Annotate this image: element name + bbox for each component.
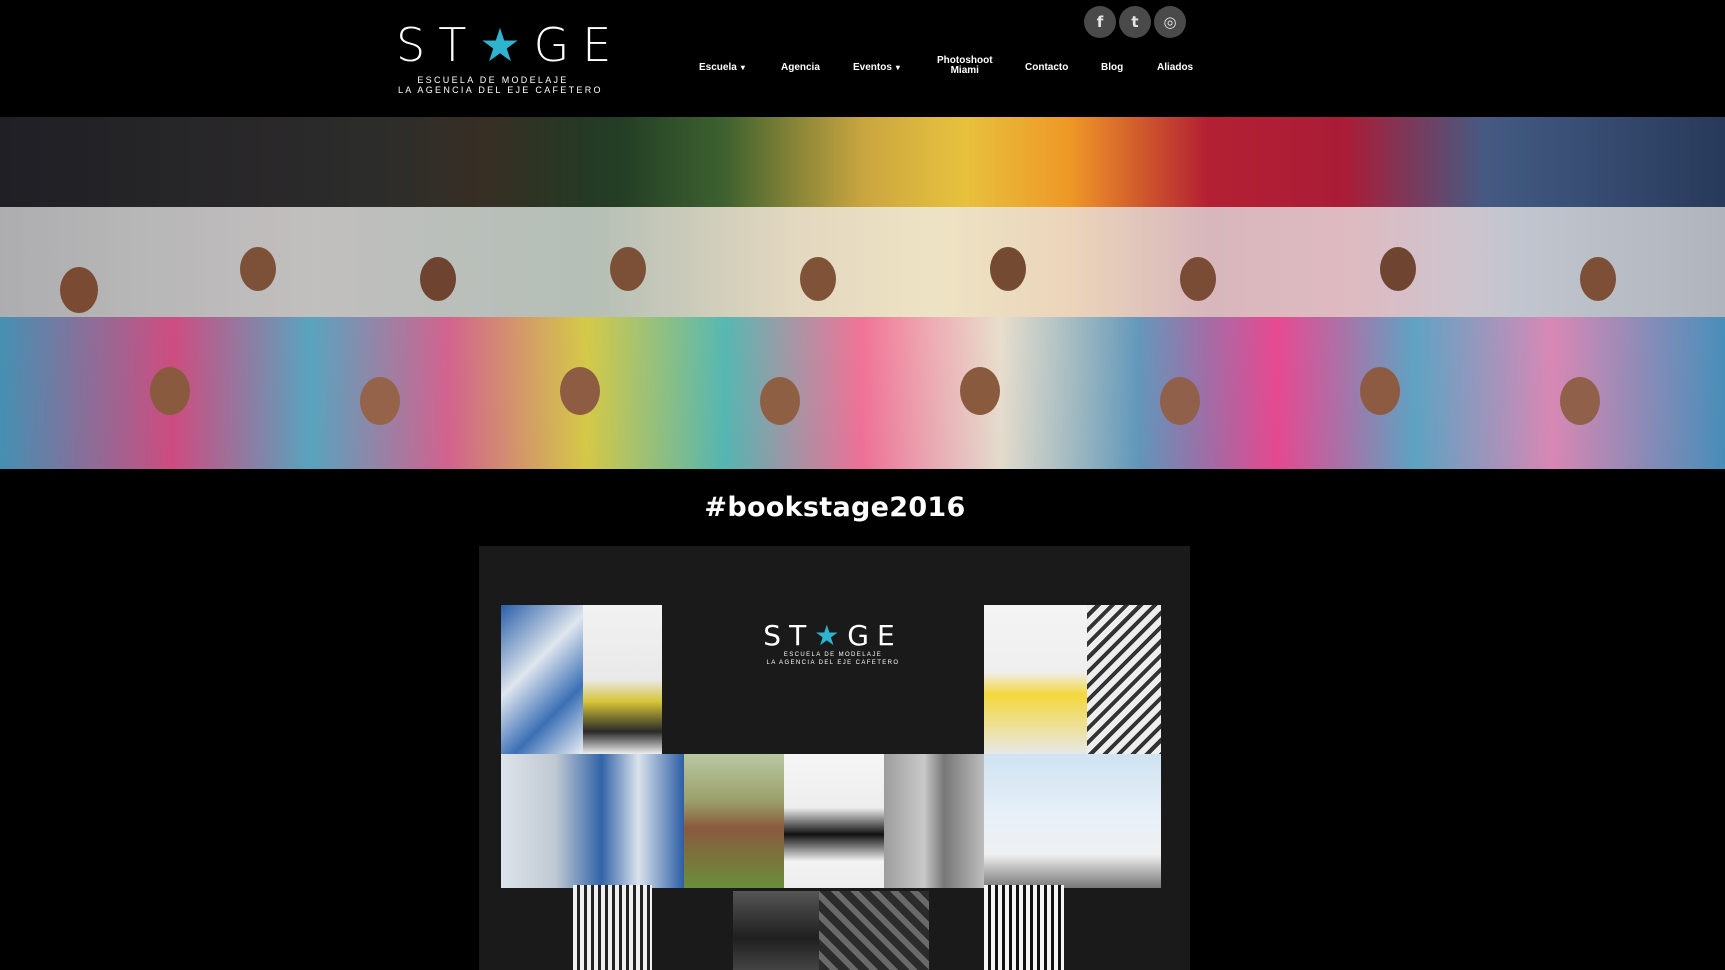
hero-face (560, 367, 600, 415)
gallery-photo[interactable] (819, 891, 929, 970)
facebook-icon[interactable]: f (1084, 6, 1116, 38)
logo-star-icon: ★ (814, 619, 848, 652)
hero-face (1580, 257, 1616, 301)
site-header: ST★GE ESCUELA DE MODELAJE LA AGENCIA DEL… (0, 0, 1725, 117)
hero-face (240, 247, 276, 291)
gallery-photo[interactable] (784, 754, 884, 888)
logo-tagline-1: ESCUELA DE MODELAJE (417, 75, 569, 85)
logo-wordmark: ST★GE (396, 18, 625, 72)
nav-blog[interactable]: Blog (1101, 62, 1123, 73)
hero-front-row (0, 317, 1725, 469)
hero-face (760, 377, 800, 425)
gallery-photo[interactable] (984, 754, 1161, 888)
hero-face (1560, 377, 1600, 425)
gallery-photo[interactable] (684, 754, 784, 888)
gallery-photo[interactable] (501, 754, 684, 888)
hero-face (1380, 247, 1416, 291)
hero-face (150, 367, 190, 415)
nav-escuela[interactable]: Escuela ▾ (699, 62, 745, 73)
hero-face (60, 267, 98, 313)
gallery-photo[interactable] (733, 891, 819, 970)
hero-face (420, 257, 456, 301)
nav-contacto[interactable]: Contacto (1025, 62, 1068, 73)
instagram-icon[interactable]: ◎ (1154, 6, 1186, 38)
nav-agencia[interactable]: Agencia (781, 62, 820, 73)
nav-photoshoot-miami[interactable]: Photoshoot Miami (937, 56, 993, 76)
page-title: #bookstage2016 (704, 492, 966, 523)
hero-face (800, 257, 836, 301)
hero-face (1180, 257, 1216, 301)
hero-face (610, 247, 646, 291)
hero-face (360, 377, 400, 425)
gallery-photo[interactable] (1087, 605, 1161, 754)
gallery-photo[interactable] (984, 605, 1087, 754)
stage-logo[interactable]: ST★GE ESCUELA DE MODELAJE LA AGENCIA DEL… (396, 20, 611, 100)
gallery-photo[interactable] (501, 605, 583, 754)
gallery-photo[interactable] (573, 885, 652, 970)
hero-face (1360, 367, 1400, 415)
logo-tagline-2: LA AGENCIA DEL EJE CAFETERO (398, 85, 603, 95)
hero-face (960, 367, 1000, 415)
hero-back-row (0, 117, 1725, 207)
nav-aliados[interactable]: Aliados (1157, 62, 1193, 73)
gallery-logo-tagline-1: ESCUELA DE MODELAJE (783, 652, 883, 658)
nav-eventos[interactable]: Eventos ▾ (853, 62, 900, 73)
photo-gallery: ST★GE ESCUELA DE MODELAJE LA AGENCIA DEL… (479, 546, 1190, 970)
logo-star-icon: ★ (479, 18, 534, 72)
chevron-down-icon: ▾ (895, 63, 900, 72)
gallery-photo[interactable] (884, 754, 984, 888)
nav-photoshoot-line2: Miami (950, 65, 979, 76)
twitter-icon[interactable]: t (1119, 6, 1151, 38)
gallery-stage-logo: ST★GE ESCUELA DE MODELAJE LA AGENCIA DEL… (685, 621, 981, 667)
hero-group-photo (0, 117, 1725, 469)
hero-face (1160, 377, 1200, 425)
gallery-logo-tagline-2: LA AGENCIA DEL EJE CAFETERO (766, 660, 900, 666)
gallery-photo[interactable] (583, 605, 662, 754)
hero-face (990, 247, 1026, 291)
gallery-photo[interactable] (984, 885, 1064, 970)
chevron-down-icon: ▾ (740, 63, 745, 72)
